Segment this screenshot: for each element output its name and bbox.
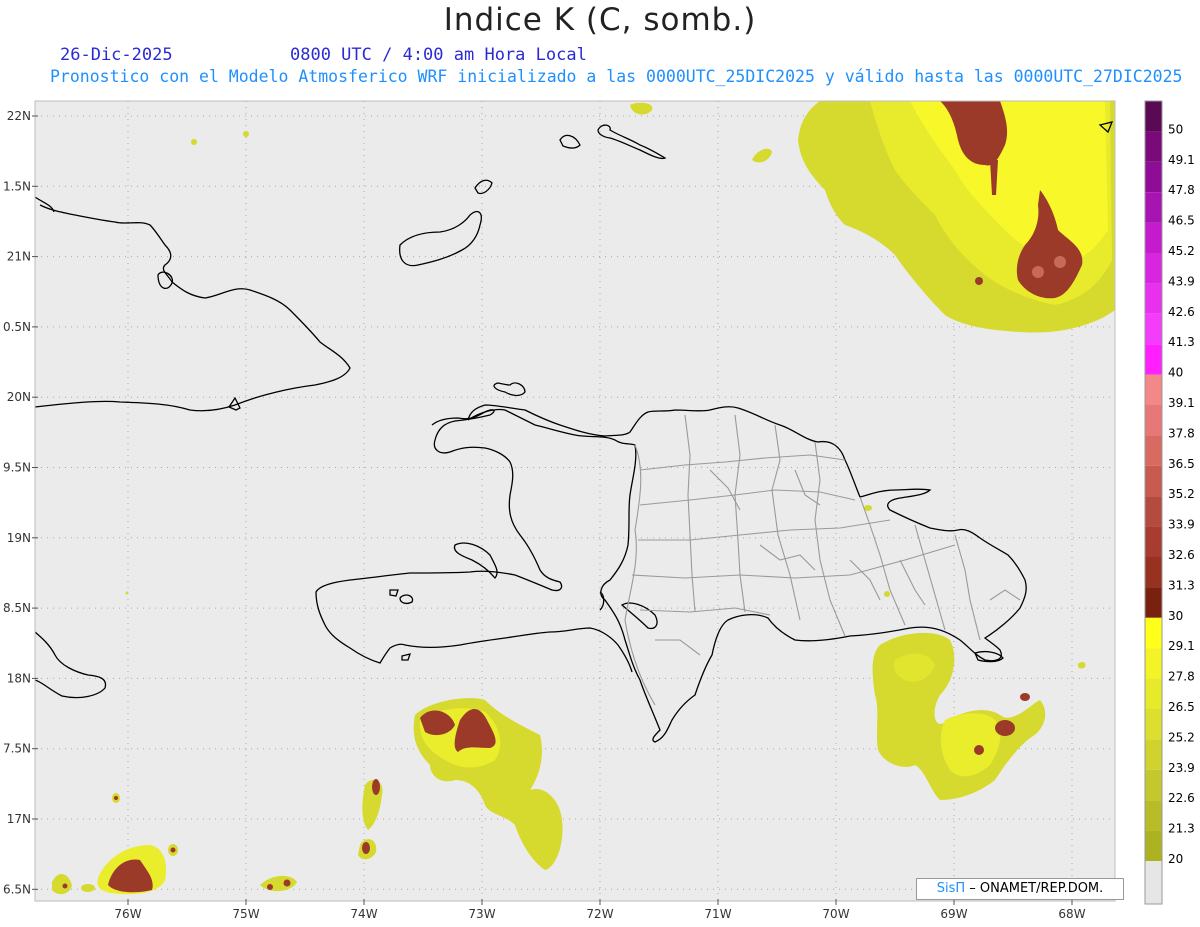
colorbar-swatch [1145,557,1162,588]
colorbar-swatch [1145,313,1162,345]
lat-label: 18N [7,671,31,685]
colorbar-label: 43.9 [1168,274,1195,288]
colorbar-label: 30 [1168,609,1183,623]
credit-box: SisΠ – ONAMET/REP.DOM. [916,878,1124,900]
colorbar-label: 23.9 [1168,761,1195,775]
colorbar-swatch [1145,161,1162,193]
colorbar-label: 39.1 [1168,396,1195,410]
colorbar-below-range [1145,861,1162,904]
colorbar-label: 37.8 [1168,426,1195,440]
lat-label: 8.5N [3,601,31,615]
colorbar-label: 47.8 [1168,183,1195,197]
colorbar-swatch [1145,192,1162,223]
colorbar-swatch [1145,800,1162,831]
colorbar-swatch [1145,678,1162,709]
colorbar: 50 49.1 47.8 46.5 45.2 43.9 42.6 41.3 40 39.1 37.8… [1144,100,1195,905]
lat-label: 20N [7,390,31,404]
colorbar-label: 33.9 [1168,518,1195,532]
colorbar-swatch [1145,709,1162,740]
colorbar-swatch [1145,131,1162,162]
lon-label: 76W [114,907,141,921]
latitude-ticks: 22N 1.5N 21N 0.5N 20N 9.5N 19N 8.5N 18N 7.5N 17N 6.… [3,109,38,896]
lon-label: 72W [586,907,613,921]
colorbar-swatch [1145,435,1162,466]
colorbar-swatch [1145,526,1162,557]
colorbar-label: 42.6 [1168,305,1195,319]
credit-brand: SisΠ [936,881,966,896]
colorbar-swatch [1145,101,1162,132]
colorbar-label: 46.5 [1168,214,1195,228]
colorbar-label: 20 [1168,852,1183,866]
colorbar-label: 49.1 [1168,153,1195,167]
colorbar-swatch [1145,283,1162,314]
credit-org: – ONAMET/REP.DOM. [969,881,1104,896]
colorbar-swatch [1145,830,1162,861]
lat-label: 1.5N [3,179,31,193]
map-figure: 22N 1.5N 21N 0.5N 20N 9.5N 19N 8.5N 18N 7.5N 17N 6.… [3,100,1195,921]
lon-label: 68W [1058,907,1085,921]
colorbar-label: 27.8 [1168,670,1195,684]
lat-label: 9.5N [3,461,31,475]
lon-label: 70W [822,907,849,921]
lat-label: 0.5N [3,320,31,334]
colorbar-swatch [1145,374,1162,405]
colorbar-swatch [1145,739,1162,770]
lon-label: 73W [468,907,495,921]
colorbar-swatch [1145,465,1162,497]
lon-label: 71W [704,907,731,921]
colorbar-swatch [1145,405,1162,436]
colorbar-label: 22.6 [1168,791,1195,805]
colorbar-swatch [1145,222,1162,253]
colorbar-swatch [1145,587,1162,618]
colorbar-label: 45.2 [1168,244,1195,258]
colorbar-swatch [1145,253,1162,284]
colorbar-label: 26.5 [1168,700,1195,714]
colorbar-swatch [1145,648,1162,679]
lat-label: 21N [7,250,31,264]
colorbar-label: 50 [1168,122,1183,136]
colorbar-label: 31.3 [1168,578,1195,592]
colorbar-label: 35.2 [1168,487,1195,501]
colorbar-swatch [1145,769,1162,801]
lat-label: 6.5N [3,882,31,896]
colorbar-swatch [1145,344,1162,375]
colorbar-swatch [1145,496,1162,527]
colorbar-label: 25.2 [1168,730,1195,744]
colorbar-label: 32.6 [1168,548,1195,562]
lat-label: 19N [7,531,31,545]
lon-label: 69W [940,907,967,921]
longitude-ticks: 76W 75W 74W 73W 72W 71W 70W 69W 68W [114,899,1086,921]
colorbar-swatch [1145,617,1162,649]
colorbar-label: 21.3 [1168,822,1195,836]
lat-label: 7.5N [3,742,31,756]
lat-label: 22N [7,109,31,123]
lat-label: 17N [7,812,31,826]
lon-label: 74W [350,907,377,921]
colorbar-label: 29.1 [1168,639,1195,653]
colorbar-label: 41.3 [1168,335,1195,349]
colorbar-label: 36.5 [1168,457,1195,471]
lon-label: 75W [232,907,259,921]
colorbar-label: 40 [1168,366,1183,380]
